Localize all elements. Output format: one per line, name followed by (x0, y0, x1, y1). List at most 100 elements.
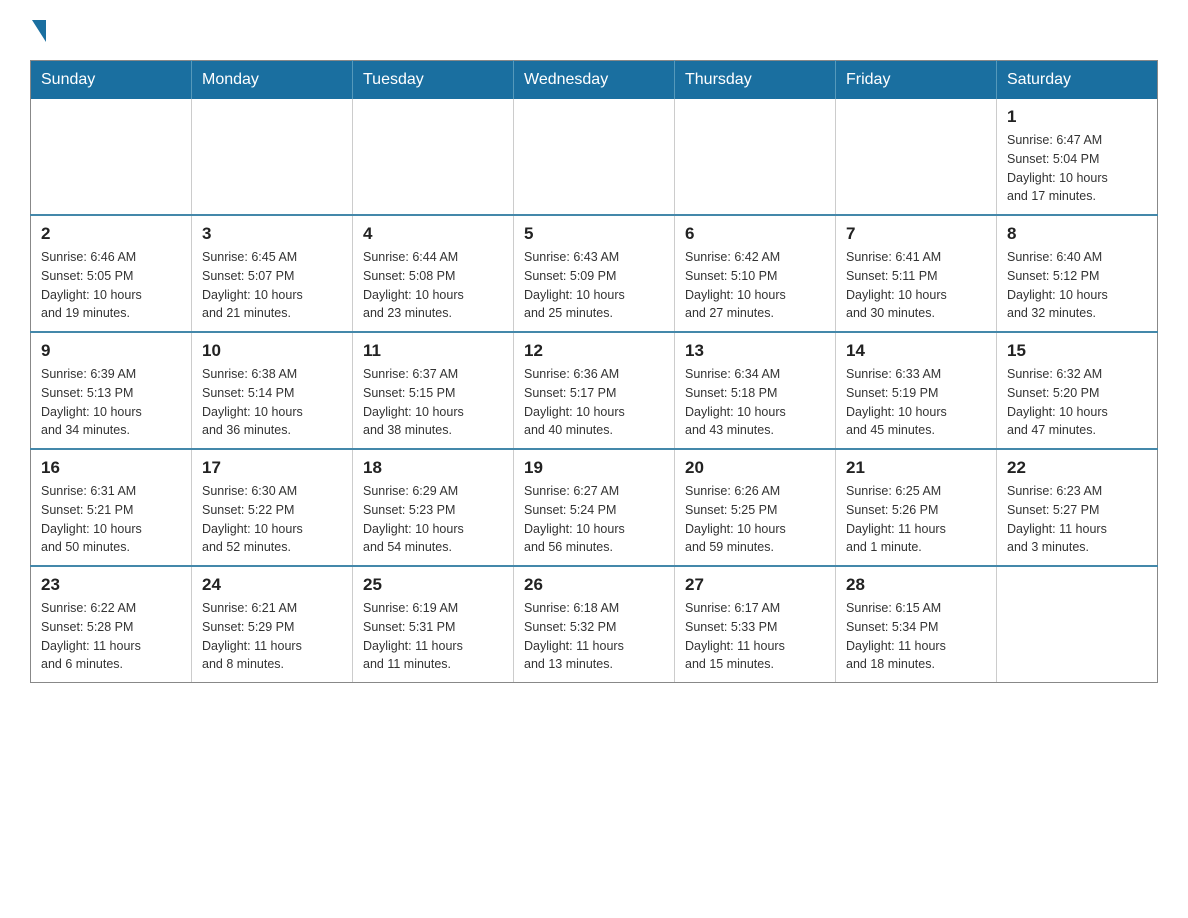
calendar-cell: 4 Sunrise: 6:44 AM Sunset: 5:08 PM Daylig… (353, 215, 514, 332)
calendar-cell: 28 Sunrise: 6:15 AM Sunset: 5:34 PM Dayli… (836, 566, 997, 683)
calendar-cell: 15 Sunrise: 6:32 AM Sunset: 5:20 PM Dayli… (997, 332, 1158, 449)
weekday-header-sunday: Sunday (31, 61, 192, 100)
day-number: 1 (1007, 107, 1147, 127)
day-number: 7 (846, 224, 986, 244)
calendar-cell: 27 Sunrise: 6:17 AM Sunset: 5:33 PM Dayli… (675, 566, 836, 683)
day-number: 24 (202, 575, 342, 595)
calendar-cell (514, 99, 675, 215)
calendar-cell: 11 Sunrise: 6:37 AM Sunset: 5:15 PM Dayli… (353, 332, 514, 449)
day-info: Sunrise: 6:25 AM Sunset: 5:26 PM Dayligh… (846, 482, 986, 557)
day-number: 15 (1007, 341, 1147, 361)
calendar-cell (31, 99, 192, 215)
calendar-cell (675, 99, 836, 215)
calendar-week-row: 16 Sunrise: 6:31 AM Sunset: 5:21 PM Dayli… (31, 449, 1158, 566)
calendar-cell: 17 Sunrise: 6:30 AM Sunset: 5:22 PM Dayli… (192, 449, 353, 566)
day-number: 3 (202, 224, 342, 244)
calendar-cell: 6Sunrise: 6:42 AM Sunset: 5:10 PM Daylig… (675, 215, 836, 332)
weekday-header-friday: Friday (836, 61, 997, 100)
day-info: Sunrise: 6:15 AM Sunset: 5:34 PM Dayligh… (846, 599, 986, 674)
logo (30, 20, 46, 40)
day-info: Sunrise: 6:19 AM Sunset: 5:31 PM Dayligh… (363, 599, 503, 674)
day-info: Sunrise: 6:23 AM Sunset: 5:27 PM Dayligh… (1007, 482, 1147, 557)
day-info: Sunrise: 6:33 AM Sunset: 5:19 PM Dayligh… (846, 365, 986, 440)
day-number: 25 (363, 575, 503, 595)
day-info: Sunrise: 6:37 AM Sunset: 5:15 PM Dayligh… (363, 365, 503, 440)
day-number: 4 (363, 224, 503, 244)
calendar-cell (353, 99, 514, 215)
calendar-cell: 18 Sunrise: 6:29 AM Sunset: 5:23 PM Dayli… (353, 449, 514, 566)
day-number: 10 (202, 341, 342, 361)
calendar-week-row: 9Sunrise: 6:39 AM Sunset: 5:13 PM Daylig… (31, 332, 1158, 449)
day-number: 16 (41, 458, 181, 478)
day-number: 28 (846, 575, 986, 595)
day-info: Sunrise: 6:34 AM Sunset: 5:18 PM Dayligh… (685, 365, 825, 440)
day-info: Sunrise: 6:41 AM Sunset: 5:11 PM Dayligh… (846, 248, 986, 323)
day-number: 18 (363, 458, 503, 478)
weekday-header-monday: Monday (192, 61, 353, 100)
calendar-cell: 22 Sunrise: 6:23 AM Sunset: 5:27 PM Dayli… (997, 449, 1158, 566)
day-number: 8 (1007, 224, 1147, 244)
day-info: Sunrise: 6:40 AM Sunset: 5:12 PM Dayligh… (1007, 248, 1147, 323)
calendar-cell: 14 Sunrise: 6:33 AM Sunset: 5:19 PM Dayli… (836, 332, 997, 449)
calendar-cell (192, 99, 353, 215)
day-number: 5 (524, 224, 664, 244)
calendar-cell: 13 Sunrise: 6:34 AM Sunset: 5:18 PM Dayli… (675, 332, 836, 449)
calendar-cell (836, 99, 997, 215)
calendar-cell: 19 Sunrise: 6:27 AM Sunset: 5:24 PM Dayli… (514, 449, 675, 566)
calendar-cell: 24 Sunrise: 6:21 AM Sunset: 5:29 PM Dayli… (192, 566, 353, 683)
calendar-cell: 5 Sunrise: 6:43 AM Sunset: 5:09 PM Daylig… (514, 215, 675, 332)
day-info: Sunrise: 6:31 AM Sunset: 5:21 PM Dayligh… (41, 482, 181, 557)
weekday-header-saturday: Saturday (997, 61, 1158, 100)
day-number: 19 (524, 458, 664, 478)
calendar-table: SundayMondayTuesdayWednesdayThursdayFrid… (30, 60, 1158, 683)
day-number: 27 (685, 575, 825, 595)
day-info: Sunrise: 6:26 AM Sunset: 5:25 PM Dayligh… (685, 482, 825, 557)
day-info: Sunrise: 6:29 AM Sunset: 5:23 PM Dayligh… (363, 482, 503, 557)
day-info: Sunrise: 6:43 AM Sunset: 5:09 PM Dayligh… (524, 248, 664, 323)
weekday-header-wednesday: Wednesday (514, 61, 675, 100)
weekday-header-row: SundayMondayTuesdayWednesdayThursdayFrid… (31, 61, 1158, 100)
day-info: Sunrise: 6:39 AM Sunset: 5:13 PM Dayligh… (41, 365, 181, 440)
calendar-cell: 12Sunrise: 6:36 AM Sunset: 5:17 PM Dayli… (514, 332, 675, 449)
day-info: Sunrise: 6:44 AM Sunset: 5:08 PM Dayligh… (363, 248, 503, 323)
day-number: 14 (846, 341, 986, 361)
day-info: Sunrise: 6:22 AM Sunset: 5:28 PM Dayligh… (41, 599, 181, 674)
day-info: Sunrise: 6:32 AM Sunset: 5:20 PM Dayligh… (1007, 365, 1147, 440)
day-number: 2 (41, 224, 181, 244)
weekday-header-tuesday: Tuesday (353, 61, 514, 100)
day-info: Sunrise: 6:18 AM Sunset: 5:32 PM Dayligh… (524, 599, 664, 674)
calendar-cell: 25 Sunrise: 6:19 AM Sunset: 5:31 PM Dayli… (353, 566, 514, 683)
day-number: 6 (685, 224, 825, 244)
day-number: 21 (846, 458, 986, 478)
calendar-cell: 20 Sunrise: 6:26 AM Sunset: 5:25 PM Dayli… (675, 449, 836, 566)
calendar-week-row: 2 Sunrise: 6:46 AM Sunset: 5:05 PM Daylig… (31, 215, 1158, 332)
day-info: Sunrise: 6:30 AM Sunset: 5:22 PM Dayligh… (202, 482, 342, 557)
day-info: Sunrise: 6:17 AM Sunset: 5:33 PM Dayligh… (685, 599, 825, 674)
day-info: Sunrise: 6:46 AM Sunset: 5:05 PM Dayligh… (41, 248, 181, 323)
calendar-cell: 7 Sunrise: 6:41 AM Sunset: 5:11 PM Daylig… (836, 215, 997, 332)
calendar-cell (997, 566, 1158, 683)
day-info: Sunrise: 6:47 AM Sunset: 5:04 PM Dayligh… (1007, 131, 1147, 206)
day-number: 22 (1007, 458, 1147, 478)
day-info: Sunrise: 6:38 AM Sunset: 5:14 PM Dayligh… (202, 365, 342, 440)
day-info: Sunrise: 6:45 AM Sunset: 5:07 PM Dayligh… (202, 248, 342, 323)
day-info: Sunrise: 6:27 AM Sunset: 5:24 PM Dayligh… (524, 482, 664, 557)
calendar-cell: 26 Sunrise: 6:18 AM Sunset: 5:32 PM Dayli… (514, 566, 675, 683)
day-number: 20 (685, 458, 825, 478)
day-number: 26 (524, 575, 664, 595)
logo-triangle-icon (32, 20, 46, 42)
calendar-cell: 9Sunrise: 6:39 AM Sunset: 5:13 PM Daylig… (31, 332, 192, 449)
day-info: Sunrise: 6:36 AM Sunset: 5:17 PM Dayligh… (524, 365, 664, 440)
calendar-cell: 10 Sunrise: 6:38 AM Sunset: 5:14 PM Dayli… (192, 332, 353, 449)
calendar-cell: 16 Sunrise: 6:31 AM Sunset: 5:21 PM Dayli… (31, 449, 192, 566)
day-number: 13 (685, 341, 825, 361)
calendar-cell: 21 Sunrise: 6:25 AM Sunset: 5:26 PM Dayli… (836, 449, 997, 566)
calendar-cell: 8 Sunrise: 6:40 AM Sunset: 5:12 PM Daylig… (997, 215, 1158, 332)
day-number: 11 (363, 341, 503, 361)
page-header (30, 20, 1158, 40)
calendar-week-row: 1 Sunrise: 6:47 AM Sunset: 5:04 PM Daylig… (31, 99, 1158, 215)
day-number: 17 (202, 458, 342, 478)
day-info: Sunrise: 6:21 AM Sunset: 5:29 PM Dayligh… (202, 599, 342, 674)
calendar-cell: 1 Sunrise: 6:47 AM Sunset: 5:04 PM Daylig… (997, 99, 1158, 215)
calendar-cell: 23Sunrise: 6:22 AM Sunset: 5:28 PM Dayli… (31, 566, 192, 683)
